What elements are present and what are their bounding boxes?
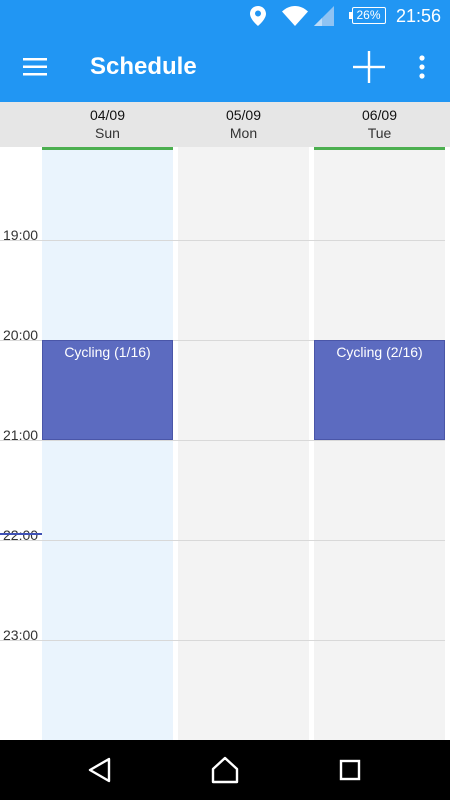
app-bar: Schedule xyxy=(0,32,450,102)
day-column-mon[interactable] xyxy=(178,147,309,740)
system-nav-bar xyxy=(0,740,450,800)
day-name: Mon xyxy=(229,125,258,141)
more-vert-icon[interactable] xyxy=(408,48,436,86)
hamburger-menu-icon[interactable] xyxy=(14,48,56,86)
time-label: 19:00 xyxy=(3,227,39,243)
current-time-line xyxy=(0,533,42,535)
event-block[interactable]: Cycling (2/16) xyxy=(314,340,445,440)
time-label: 20:00 xyxy=(3,327,39,343)
day-accent-line xyxy=(314,147,445,150)
day-header-mon[interactable]: 05/09 Mon xyxy=(178,102,309,147)
location-pin-icon xyxy=(250,6,266,31)
hour-line xyxy=(0,640,445,641)
day-date: 05/09 xyxy=(225,107,262,123)
day-header-tue[interactable]: 06/09 Tue xyxy=(314,102,445,147)
event-title: Cycling (2/16) xyxy=(336,344,423,360)
recents-icon[interactable] xyxy=(330,754,370,786)
time-label: 22:00 xyxy=(3,527,39,543)
signal-icon xyxy=(314,6,334,31)
day-date: 06/09 xyxy=(361,107,398,123)
time-label: 21:00 xyxy=(3,427,39,443)
battery-icon: 26% xyxy=(349,7,386,24)
day-header: 04/09 Sun 05/09 Mon 06/09 Tue xyxy=(0,102,450,147)
today-indicator xyxy=(42,147,173,150)
status-clock: 21:56 xyxy=(396,6,442,26)
battery-level: 26% xyxy=(356,8,381,22)
day-column-sun[interactable] xyxy=(42,147,173,740)
status-bar: 26% 21:56 xyxy=(0,0,450,32)
home-icon[interactable] xyxy=(205,754,245,786)
time-label: 23:00 xyxy=(3,627,39,643)
day-header-sun[interactable]: 04/09 Sun xyxy=(42,102,173,147)
hour-line xyxy=(0,540,445,541)
hour-line xyxy=(0,240,445,241)
schedule-screen: 26% 21:56 Schedule 04/09 Sun 05/09 Mon 0… xyxy=(0,0,450,800)
wifi-icon xyxy=(282,6,308,31)
event-block[interactable]: Cycling (1/16) xyxy=(42,340,173,440)
hour-line xyxy=(0,440,445,441)
add-icon[interactable] xyxy=(348,46,390,88)
event-title: Cycling (1/16) xyxy=(64,344,151,360)
day-name: Sun xyxy=(95,125,120,141)
schedule-grid[interactable]: 19:00 20:00 21:00 22:00 23:00 Cycling (1… xyxy=(0,147,450,740)
day-name: Tue xyxy=(367,125,392,141)
back-icon[interactable] xyxy=(80,754,120,786)
day-column-tue[interactable] xyxy=(314,147,445,740)
page-title: Schedule xyxy=(90,53,197,80)
day-date: 04/09 xyxy=(89,107,126,123)
